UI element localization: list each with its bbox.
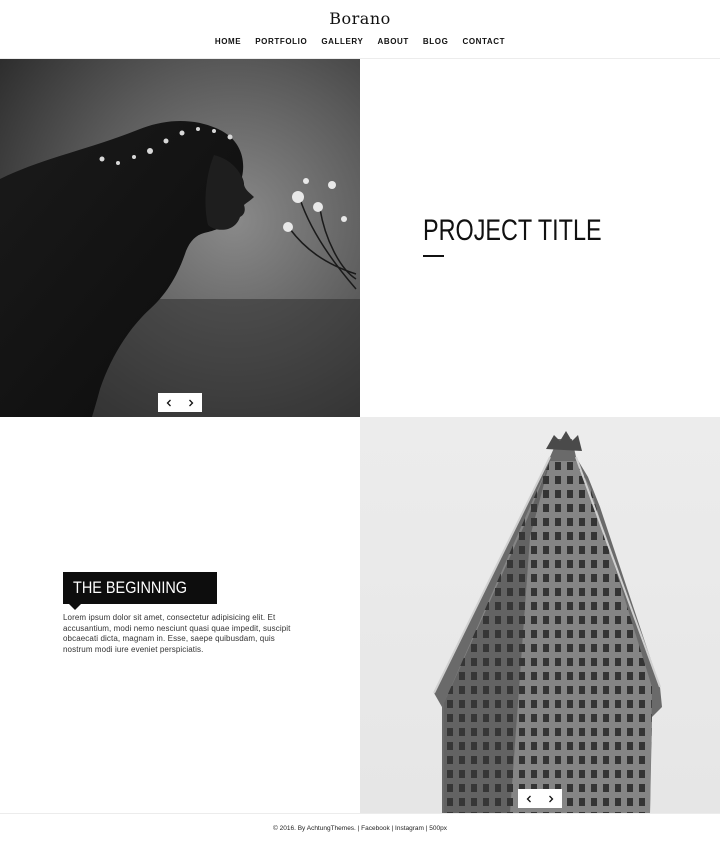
girl-photo-image: [0, 59, 360, 417]
nav-gallery[interactable]: GALLERY: [321, 37, 363, 46]
title-divider: [423, 255, 444, 257]
site-header: Borano HOME PORTFOLIO GALLERY ABOUT BLOG…: [0, 0, 720, 59]
nav-contact[interactable]: CONTACT: [462, 37, 505, 46]
site-footer: © 2016. By AchtungThemes. | Facebook | I…: [0, 813, 720, 842]
nav-blog[interactable]: BLOG: [423, 37, 449, 46]
slider-prev-button[interactable]: [518, 789, 540, 808]
chevron-left-icon: [166, 399, 171, 406]
footer-link-instagram[interactable]: Instagram: [395, 825, 424, 832]
footer-link-500px[interactable]: 500px: [429, 825, 447, 832]
girl-slider-controls: [158, 393, 202, 412]
nav-portfolio[interactable]: PORTFOLIO: [255, 37, 307, 46]
section-tag-label: THE BEGINNING: [73, 578, 188, 597]
building-photo: [360, 417, 720, 813]
footer-link-facebook[interactable]: Facebook: [361, 825, 390, 832]
footer-text: © 2016. By AchtungThemes. | Facebook | I…: [273, 825, 447, 832]
site-logo[interactable]: Borano: [0, 9, 720, 28]
chevron-left-icon: [526, 795, 531, 802]
section-tag: THE BEGINNING: [63, 572, 218, 610]
slider-next-button[interactable]: [180, 393, 202, 412]
chevron-right-icon: [189, 399, 194, 406]
main-nav: HOME PORTFOLIO GALLERY ABOUT BLOG CONTAC…: [0, 37, 720, 46]
building-photo-image: [433, 431, 662, 813]
project-title-panel: PROJECT TITLE: [360, 59, 720, 417]
nav-about[interactable]: ABOUT: [377, 37, 408, 46]
chevron-right-icon: [549, 795, 554, 802]
intro-text: Lorem ipsum dolor sit amet, consectetur …: [63, 613, 291, 654]
nav-home[interactable]: HOME: [215, 37, 241, 46]
building-slider-controls: [518, 789, 562, 808]
slider-prev-button[interactable]: [158, 393, 180, 412]
intro-panel: THE BEGINNING Lorem ipsum dolor sit amet…: [0, 417, 360, 813]
slider-next-button[interactable]: [540, 789, 562, 808]
girl-photo: [0, 59, 360, 417]
project-title: PROJECT TITLE: [423, 214, 602, 247]
footer-copyright: © 2016. By AchtungThemes. |: [273, 825, 362, 832]
